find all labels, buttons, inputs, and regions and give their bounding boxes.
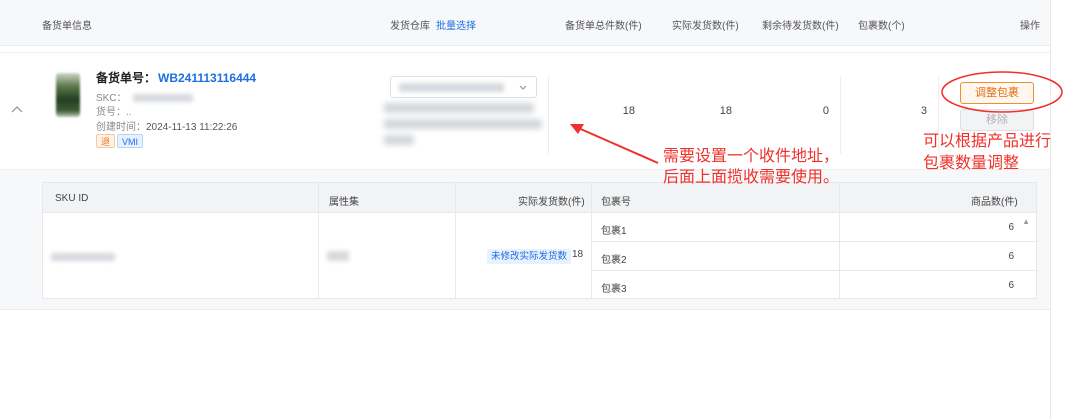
remaining-value: 0 bbox=[822, 105, 829, 117]
header-action: 操作 bbox=[1020, 21, 1040, 32]
item-no-label: 货号： bbox=[96, 107, 126, 118]
header-order-info: 备货单信息 bbox=[42, 21, 92, 32]
package-qty: 6 bbox=[1008, 222, 1014, 233]
package-name: 包裹3 bbox=[601, 284, 627, 295]
header-package-no: 包裹号 bbox=[601, 197, 631, 208]
header-warehouse: 发货仓库 批量选择 bbox=[390, 17, 476, 32]
package-qty: 6 bbox=[1008, 280, 1014, 291]
collapse-chevron-icon[interactable] bbox=[9, 103, 25, 117]
return-tag: 退 bbox=[96, 134, 116, 148]
row-divider bbox=[591, 241, 1038, 242]
annotation-address-line1: 需要设置一个收件地址， bbox=[663, 148, 840, 165]
header-sku-id: SKU ID bbox=[55, 193, 89, 204]
vmi-tag: VMI bbox=[117, 134, 144, 148]
product-thumbnail bbox=[56, 73, 80, 117]
annotation-package-line1: 可以根据产品进行 bbox=[923, 133, 1052, 150]
column-divider bbox=[455, 183, 456, 298]
row-divider bbox=[591, 270, 1038, 271]
header-total-items: 备货单总件数(件) bbox=[565, 21, 642, 32]
order-number-link[interactable]: WB241113116444 bbox=[158, 71, 256, 85]
order-number: 备货单号： WB241113116444 bbox=[96, 69, 256, 86]
total-items-value: 18 bbox=[622, 105, 635, 117]
header-sub-actual-shipped: 实际发货数(件) bbox=[518, 197, 585, 208]
item-no-line: 货号：.. bbox=[96, 103, 132, 118]
order-number-label: 备货单号： bbox=[96, 71, 157, 85]
header-actual-shipped: 实际发货数(件) bbox=[672, 21, 739, 32]
address-redacted-line bbox=[384, 119, 542, 129]
adjust-package-button[interactable]: 调整包裹 bbox=[960, 82, 1034, 104]
actual-shipped-value: 18 bbox=[719, 105, 732, 117]
remove-button[interactable]: 移除 bbox=[960, 109, 1034, 131]
header-warehouse-label: 发货仓库 bbox=[390, 21, 430, 32]
header-item-count: 商品数(件) bbox=[971, 197, 1018, 208]
scroll-up-arrow-icon[interactable]: ▲ bbox=[1022, 217, 1030, 226]
header-remaining: 剩余待发货数(件) bbox=[762, 21, 839, 32]
annotation-address-line2: 后面上面揽收需要使用。 bbox=[663, 169, 840, 186]
sku-table-header: SKU ID 属性集 实际发货数(件) 包裹号 商品数(件) bbox=[43, 183, 1036, 213]
packages-value: 3 bbox=[920, 105, 927, 117]
divider bbox=[840, 76, 841, 154]
attributes-redacted bbox=[327, 251, 349, 261]
sub-shipped-qty: 18 bbox=[572, 249, 584, 260]
package-name: 包裹1 bbox=[601, 226, 627, 237]
page-right-border bbox=[1050, 0, 1051, 419]
created-time: 2024-11-13 11:22:26 bbox=[146, 122, 238, 133]
created-label: 创建时间： bbox=[96, 122, 146, 133]
header-attributes: 属性集 bbox=[329, 197, 359, 208]
column-divider bbox=[318, 183, 319, 298]
sku-detail-table: SKU ID 属性集 实际发货数(件) 包裹号 商品数(件) 未修改实际发货数 … bbox=[42, 182, 1038, 299]
created-time-line: 创建时间：2024-11-13 11:22:26 bbox=[96, 118, 237, 133]
annotation-package-line2: 包裹数量调整 bbox=[923, 155, 1020, 172]
warehouse-value-redacted bbox=[399, 83, 504, 92]
sku-id-redacted bbox=[51, 253, 115, 261]
address-redacted-line bbox=[384, 103, 534, 113]
skc-line: SKC： bbox=[96, 89, 193, 104]
package-qty: 6 bbox=[1008, 251, 1014, 262]
batch-select-link[interactable]: 批量选择 bbox=[436, 21, 476, 32]
chevron-down-icon bbox=[518, 82, 528, 95]
item-no-value: .. bbox=[126, 107, 132, 118]
status-badge: 未修改实际发货数 bbox=[487, 249, 572, 264]
skc-value-redacted bbox=[132, 94, 193, 103]
divider bbox=[548, 76, 549, 154]
header-packages: 包裹数(个) bbox=[858, 21, 905, 32]
order-row: 备货单号： WB241113116444 SKC： 货号：.. 创建时间：2024… bbox=[0, 52, 1050, 170]
warehouse-select[interactable] bbox=[390, 76, 537, 98]
table-header: 备货单信息 发货仓库 批量选择 备货单总件数(件) 实际发货数(件) 剩余待发货数… bbox=[0, 0, 1050, 46]
address-redacted-line bbox=[384, 135, 414, 145]
package-name: 包裹2 bbox=[601, 255, 627, 266]
